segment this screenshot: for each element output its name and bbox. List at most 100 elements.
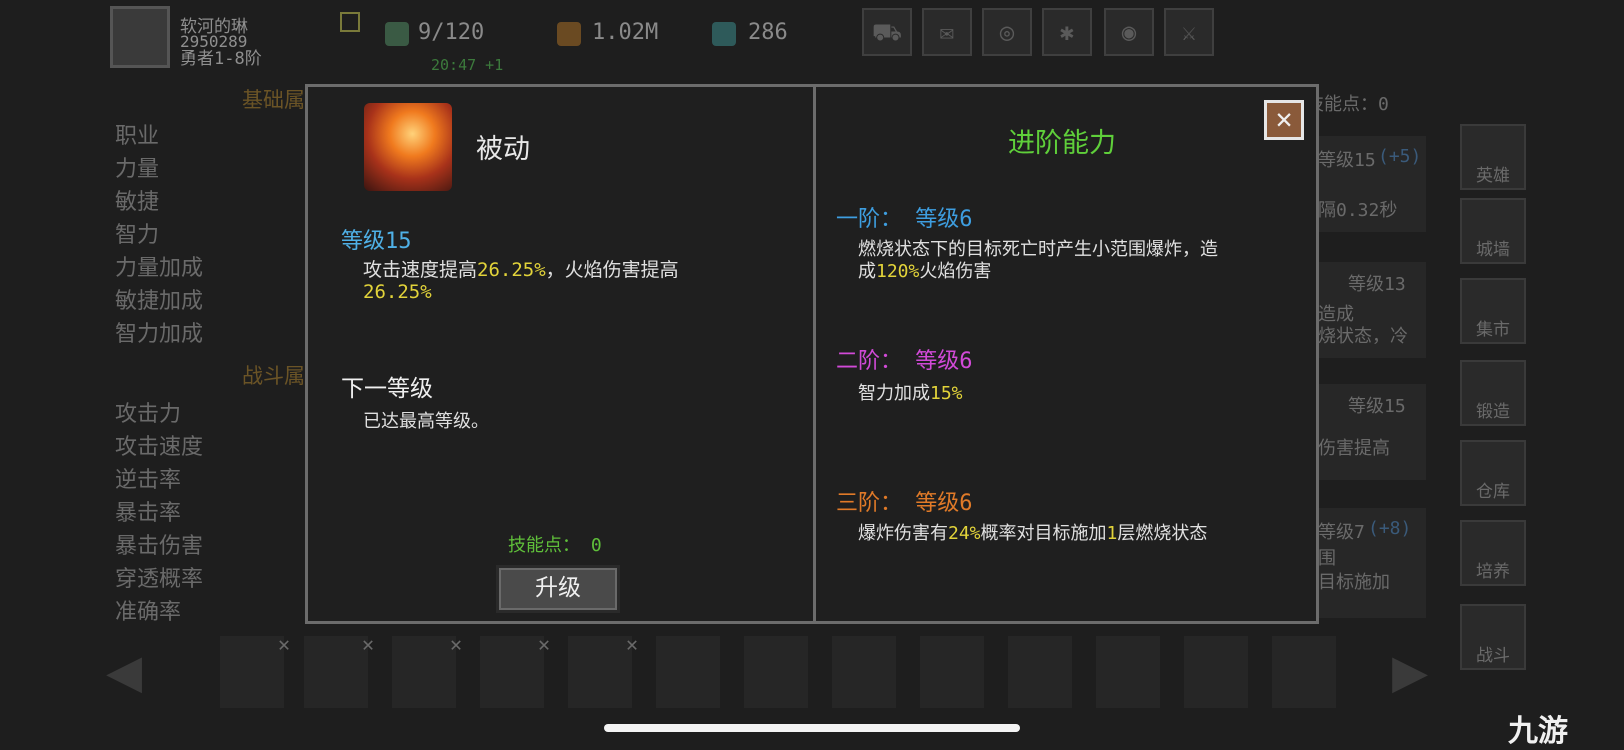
card-level: 等级7 [1318, 522, 1365, 543]
stat-label: 暴击伤害 [115, 534, 204, 559]
tier-2-desc: 智力加成15% [858, 383, 963, 404]
card-level: 等级15 [1348, 396, 1406, 417]
next-level-label: 下一等级 [341, 376, 433, 402]
gem-value: 286 [748, 20, 788, 45]
tier-2-header: 二阶： 等级6 [836, 349, 973, 374]
watermark-logo: 九游 [1508, 714, 1568, 749]
sidebar-warehouse[interactable]: 仓库 [1460, 440, 1526, 506]
tier-3-header: 三阶： 等级6 [836, 491, 973, 516]
player-rank: 勇者1-8阶 [180, 49, 262, 69]
skill-title: 被动 [476, 134, 530, 165]
gold-icon [557, 22, 581, 46]
energy-value: 9/120 [418, 20, 485, 45]
hero-slot[interactable]: ✕ [220, 632, 290, 708]
sidebar-market[interactable]: 集市 [1460, 278, 1526, 344]
fire-sword-icon [364, 103, 452, 191]
modal-divider [813, 87, 816, 621]
card-desc: 烧状态，冷 [1318, 326, 1408, 347]
basic-attr-header: 基础属 [242, 88, 305, 112]
gem-icon [712, 22, 736, 46]
stat-label: 智力加成 [115, 322, 204, 347]
card-desc: 目标施加 [1318, 572, 1390, 593]
stat-label: 逆击率 [115, 468, 182, 493]
lock-icon [1272, 636, 1336, 708]
sidebar-train[interactable]: 培养 [1460, 520, 1526, 586]
card-level: 等级15 [1318, 150, 1376, 171]
hero-slot[interactable]: ✕ [480, 632, 550, 708]
hero-slot[interactable] [1008, 636, 1072, 708]
color-wheel-icon[interactable]: ◉ [1104, 8, 1154, 56]
remove-icon[interactable]: ✕ [278, 632, 290, 656]
sidebar-label: 锻造 [1476, 402, 1510, 422]
sword-icon[interactable]: ⚔ [1164, 8, 1214, 56]
bg-skill-card[interactable]: 等级15 (+5) 隔0.32秒 [1318, 136, 1426, 232]
card-desc: 伤害提高 [1318, 438, 1390, 459]
stat-label: 敏捷 [115, 190, 160, 215]
hero-slot[interactable]: ✕ [568, 632, 638, 708]
hero-slot[interactable]: ✕ [392, 632, 462, 708]
energy-timer: 20:47 +1 [431, 56, 504, 74]
sidebar-label: 集市 [1476, 320, 1510, 340]
bg-skill-card[interactable]: 等级15 伤害提高 [1318, 384, 1426, 480]
tier-1-desc: 燃烧状态下的目标死亡时产生小范围爆炸，造 成120%火焰伤害 [858, 239, 1218, 282]
hero-slot[interactable] [656, 636, 720, 708]
next-arrow-icon[interactable]: ▶ [1392, 636, 1448, 706]
energy-icon [385, 22, 409, 46]
sidebar-forge[interactable]: 锻造 [1460, 360, 1526, 426]
sidebar-label: 战斗 [1476, 646, 1510, 666]
gold-value: 1.02M [592, 20, 659, 45]
hero-slot[interactable]: ✕ [304, 632, 374, 708]
hero-slot[interactable] [832, 636, 896, 708]
home-indicator[interactable] [604, 724, 1020, 732]
remove-icon[interactable]: ✕ [362, 632, 374, 656]
mail-icon[interactable]: ✉ [922, 8, 972, 56]
remove-icon[interactable]: ✕ [538, 632, 550, 656]
skill-level: 等级15 [341, 229, 412, 254]
skill-description: 攻击速度提高26.25%，火焰伤害提高 26.25% [363, 259, 679, 303]
stat-label: 力量加成 [115, 256, 204, 281]
upgrade-button[interactable]: 升级 [496, 565, 620, 613]
stat-label: 敏捷加成 [115, 289, 204, 314]
skill-detail-modal: 被动 等级15 攻击速度提高26.25%，火焰伤害提高 26.25% 下一等级 已… [305, 84, 1319, 624]
prev-arrow-icon[interactable]: ◀ [106, 636, 162, 706]
stat-label: 穿透概率 [115, 567, 204, 592]
gear-icon[interactable]: ✱ [1042, 8, 1092, 56]
stat-label: 攻击力 [115, 402, 182, 427]
bg-skill-card[interactable]: 等级13 造成 烧状态，冷 [1318, 262, 1426, 358]
hero-slot[interactable] [744, 636, 808, 708]
remove-icon[interactable]: ✕ [626, 632, 638, 656]
edit-icon[interactable] [340, 12, 360, 32]
shop-icon[interactable]: ⛟ [862, 8, 912, 56]
sidebar-wall[interactable]: 城墙 [1460, 198, 1526, 264]
sidebar-label: 培养 [1476, 562, 1510, 582]
sidebar-battle[interactable]: 战斗 [1460, 604, 1526, 670]
combat-attr-header: 战斗属 [242, 364, 305, 388]
sidebar-label: 城墙 [1476, 240, 1510, 260]
card-level: 等级13 [1348, 274, 1406, 295]
stat-label: 智力 [115, 223, 160, 248]
skill-points: 技能点： 0 [508, 535, 602, 556]
player-avatar[interactable] [110, 6, 170, 68]
lock-icon [1184, 636, 1248, 708]
next-level-desc: 已达最高等级。 [363, 411, 489, 432]
hero-slot[interactable] [1096, 636, 1160, 708]
card-desc: 隔0.32秒 [1318, 200, 1398, 221]
card-desc: 围 [1318, 548, 1336, 569]
sidebar-label: 英雄 [1476, 166, 1510, 186]
sidebar-label: 仓库 [1476, 482, 1510, 502]
remove-icon[interactable]: ✕ [450, 632, 462, 656]
stat-label: 暴击率 [115, 501, 182, 526]
stat-label: 力量 [115, 157, 160, 182]
card-bonus: (+5) [1378, 146, 1422, 167]
tier-1-header: 一阶： 等级6 [836, 207, 973, 232]
gamepad-icon[interactable]: ◎ [982, 8, 1032, 56]
tier-3-desc: 爆炸伤害有24%概率对目标施加1层燃烧状态 [858, 523, 1208, 544]
close-button[interactable]: ✕ [1264, 100, 1304, 140]
sidebar-hero[interactable]: 英雄 [1460, 124, 1526, 190]
stat-label: 准确率 [115, 600, 182, 625]
bg-skill-card[interactable]: 等级7 (+8) 围 目标施加 [1318, 508, 1426, 618]
card-bonus: (+8) [1368, 518, 1412, 539]
stat-label: 职业 [115, 124, 160, 149]
stat-label: 攻击速度 [115, 435, 204, 460]
hero-slot[interactable] [920, 636, 984, 708]
